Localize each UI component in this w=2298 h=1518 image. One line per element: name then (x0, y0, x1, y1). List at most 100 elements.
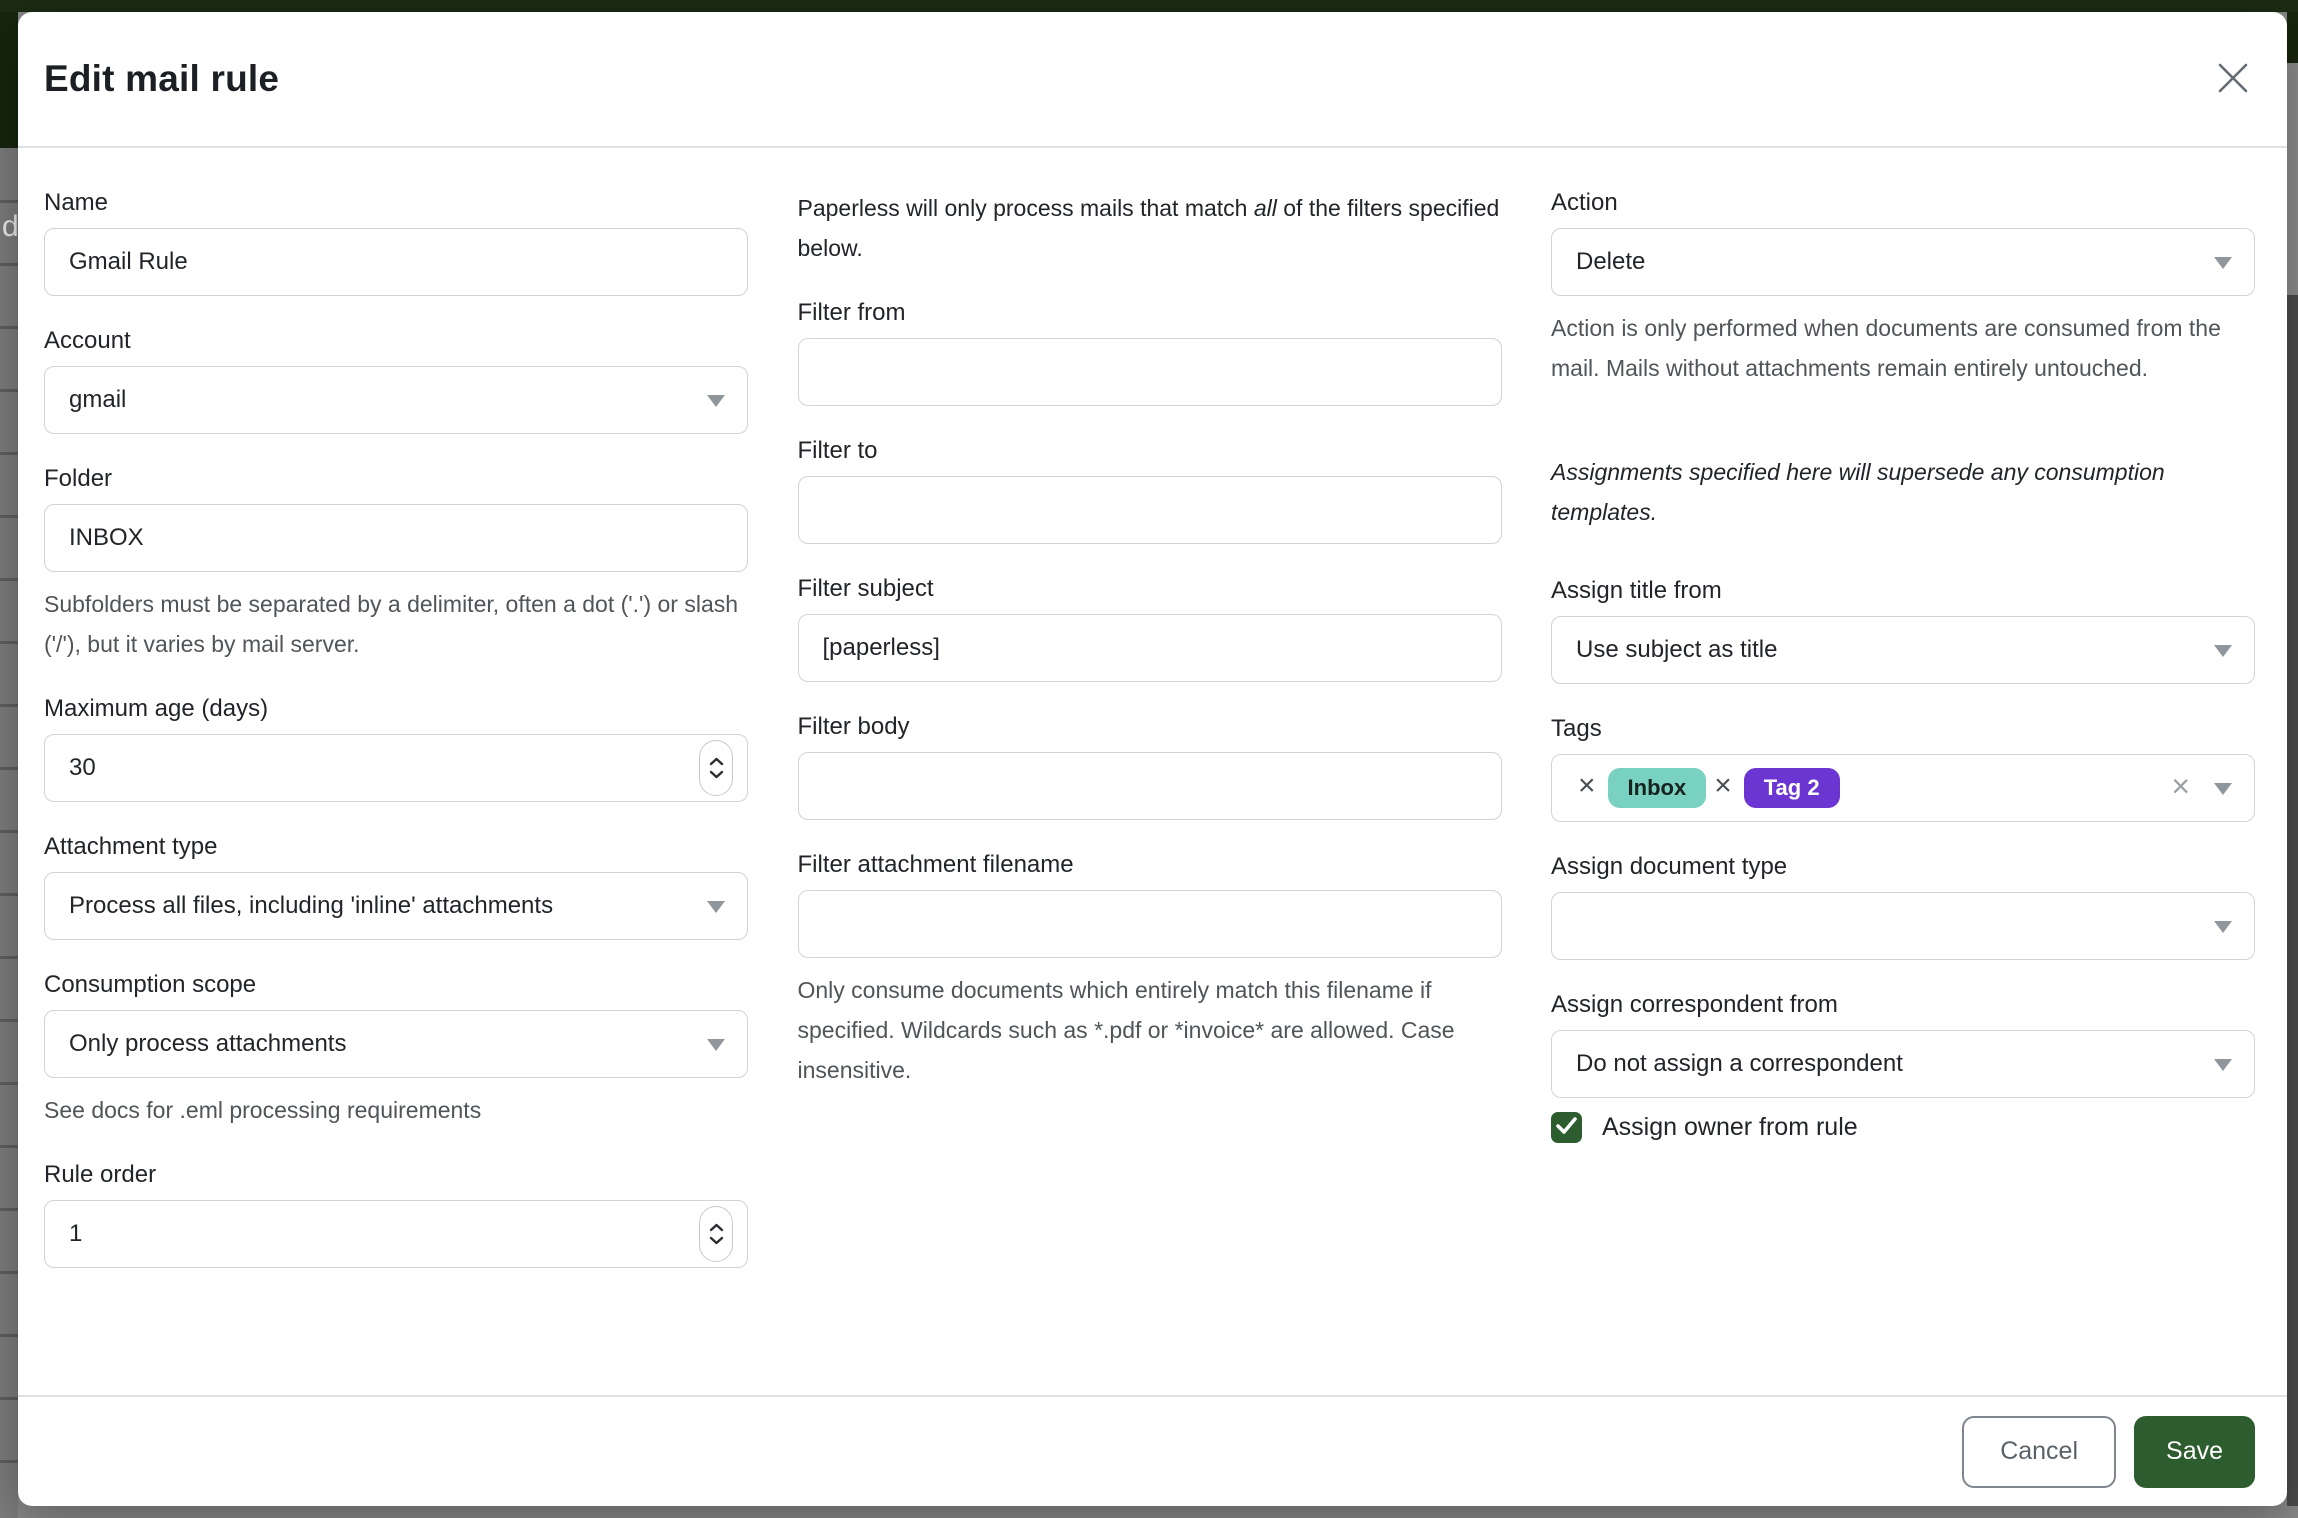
max-age-input[interactable]: 30 (44, 734, 748, 802)
field-account: Account gmail (44, 326, 748, 434)
field-filter-to: Filter to (798, 436, 1502, 544)
filter-to-input[interactable] (798, 476, 1502, 544)
assign-owner-label: Assign owner from rule (1602, 1113, 1858, 1142)
folder-input[interactable] (44, 504, 748, 572)
rule-order-value: 1 (69, 1220, 82, 1248)
field-filter-subject: Filter subject (798, 574, 1502, 682)
edit-mail-rule-dialog: Edit mail rule Name Account gmail Folder (18, 12, 2287, 1506)
assign-document-type-label: Assign document type (1551, 852, 2255, 882)
name-label: Name (44, 188, 748, 218)
save-button[interactable]: Save (2134, 1416, 2255, 1488)
number-stepper (699, 740, 733, 796)
chevron-down-icon (707, 395, 725, 416)
assign-document-type-select[interactable] (1551, 892, 2255, 960)
chevron-down-icon[interactable] (2214, 783, 2232, 804)
filter-body-input[interactable] (798, 752, 1502, 820)
consumption-scope-select[interactable]: Only process attachments (44, 1010, 748, 1078)
consumption-scope-help: See docs for .eml processing requirement… (44, 1090, 748, 1130)
assign-correspondent-from-select[interactable]: Do not assign a correspondent (1551, 1030, 2255, 1098)
account-value: gmail (69, 386, 126, 414)
consumption-scope-label: Consumption scope (44, 970, 748, 1000)
attachment-type-label: Attachment type (44, 832, 748, 862)
column-general: Name Account gmail Folder Subfolders mus… (44, 188, 748, 1395)
assign-title-from-value: Use subject as title (1576, 636, 1777, 664)
filter-subject-input[interactable] (798, 614, 1502, 682)
assign-correspondent-from-label: Assign correspondent from (1551, 990, 2255, 1020)
action-select[interactable]: Delete (1551, 228, 2255, 296)
page-left-edge: d (0, 12, 18, 1518)
assign-title-from-label: Assign title from (1551, 576, 2255, 606)
filter-to-label: Filter to (798, 436, 1502, 466)
assign-correspondent-from-value: Do not assign a correspondent (1576, 1050, 1903, 1078)
filter-attachment-filename-label: Filter attachment filename (798, 850, 1502, 880)
filter-attachment-filename-input[interactable] (798, 890, 1502, 958)
remove-tag-icon[interactable]: × (1578, 771, 1596, 801)
dialog-title: Edit mail rule (44, 58, 279, 100)
field-name: Name (44, 188, 748, 296)
account-label: Account (44, 326, 748, 356)
field-filter-from: Filter from (798, 298, 1502, 406)
filters-intro-text: Paperless will only process mails that m… (798, 195, 1254, 221)
dialog-body: Name Account gmail Folder Subfolders mus… (18, 148, 2287, 1395)
rule-order-input[interactable]: 1 (44, 1200, 748, 1268)
field-action: Action Delete Action is only performed w… (1551, 188, 2255, 388)
stepper-up-icon[interactable] (708, 757, 724, 767)
page-scrollbar-track (2287, 12, 2298, 1506)
chevron-down-icon (2214, 1059, 2232, 1080)
filters-intro-emphasis: all (1254, 195, 1277, 221)
field-assign-document-type: Assign document type (1551, 852, 2255, 960)
field-tags: Tags × Inbox × Tag 2 × (1551, 714, 2255, 822)
chevron-down-icon (2214, 257, 2232, 278)
stepper-up-icon[interactable] (708, 1223, 724, 1233)
stepper-down-icon[interactable] (708, 770, 724, 780)
name-input[interactable] (44, 228, 748, 296)
tags-label: Tags (1551, 714, 2255, 744)
action-value: Delete (1576, 248, 1645, 276)
attachment-type-value: Process all files, including 'inline' at… (69, 892, 553, 920)
field-folder: Folder Subfolders must be separated by a… (44, 464, 748, 664)
chevron-down-icon (707, 901, 725, 922)
clear-tags-icon[interactable]: × (2171, 770, 2190, 802)
field-max-age: Maximum age (days) 30 (44, 694, 748, 802)
folder-help: Subfolders must be separated by a delimi… (44, 584, 748, 664)
max-age-label: Maximum age (days) (44, 694, 748, 724)
number-stepper (699, 1206, 733, 1262)
cancel-button[interactable]: Cancel (1962, 1416, 2116, 1488)
tags-select[interactable]: × Inbox × Tag 2 × (1551, 754, 2255, 822)
action-help: Action is only performed when documents … (1551, 308, 2255, 388)
chevron-down-icon (2214, 921, 2232, 942)
filter-from-input[interactable] (798, 338, 1502, 406)
field-filter-body: Filter body (798, 712, 1502, 820)
chevron-down-icon (2214, 645, 2232, 666)
field-consumption-scope: Consumption scope Only process attachmen… (44, 970, 748, 1130)
field-assign-title-from: Assign title from Use subject as title (1551, 576, 2255, 684)
dialog-footer: Cancel Save (18, 1395, 2287, 1506)
filters-intro: Paperless will only process mails that m… (798, 188, 1502, 268)
column-filters: Paperless will only process mails that m… (798, 188, 1502, 1395)
consumption-scope-value: Only process attachments (69, 1030, 346, 1058)
field-attachment-type: Attachment type Process all files, inclu… (44, 832, 748, 940)
stepper-down-icon[interactable] (708, 1236, 724, 1246)
close-icon (2216, 61, 2250, 98)
checkmark-icon (1556, 1117, 1577, 1139)
rule-order-label: Rule order (44, 1160, 748, 1190)
account-select[interactable]: gmail (44, 366, 748, 434)
scrollbar-thumb[interactable] (2287, 63, 2298, 295)
action-label: Action (1551, 188, 2255, 218)
remove-tag-icon[interactable]: × (1714, 771, 1732, 801)
assign-owner-row: Assign owner from rule (1551, 1112, 2255, 1143)
field-filter-attachment-filename: Filter attachment filename Only consume … (798, 850, 1502, 1090)
tag-pill-inbox: Inbox (1608, 768, 1707, 808)
chevron-down-icon (707, 1039, 725, 1060)
assignments-note: Assignments specified here will supersed… (1551, 452, 2255, 532)
assign-title-from-select[interactable]: Use subject as title (1551, 616, 2255, 684)
close-button[interactable] (2211, 57, 2255, 101)
attachment-type-select[interactable]: Process all files, including 'inline' at… (44, 872, 748, 940)
filter-from-label: Filter from (798, 298, 1502, 328)
assign-owner-checkbox[interactable] (1551, 1112, 1582, 1143)
tag-pill-tag2: Tag 2 (1744, 768, 1840, 808)
page-navbar-right-fragment (2287, 12, 2298, 63)
field-assign-correspondent-from: Assign correspondent from Do not assign … (1551, 990, 2255, 1098)
filter-body-label: Filter body (798, 712, 1502, 742)
column-action-assignments: Action Delete Action is only performed w… (1551, 188, 2255, 1395)
